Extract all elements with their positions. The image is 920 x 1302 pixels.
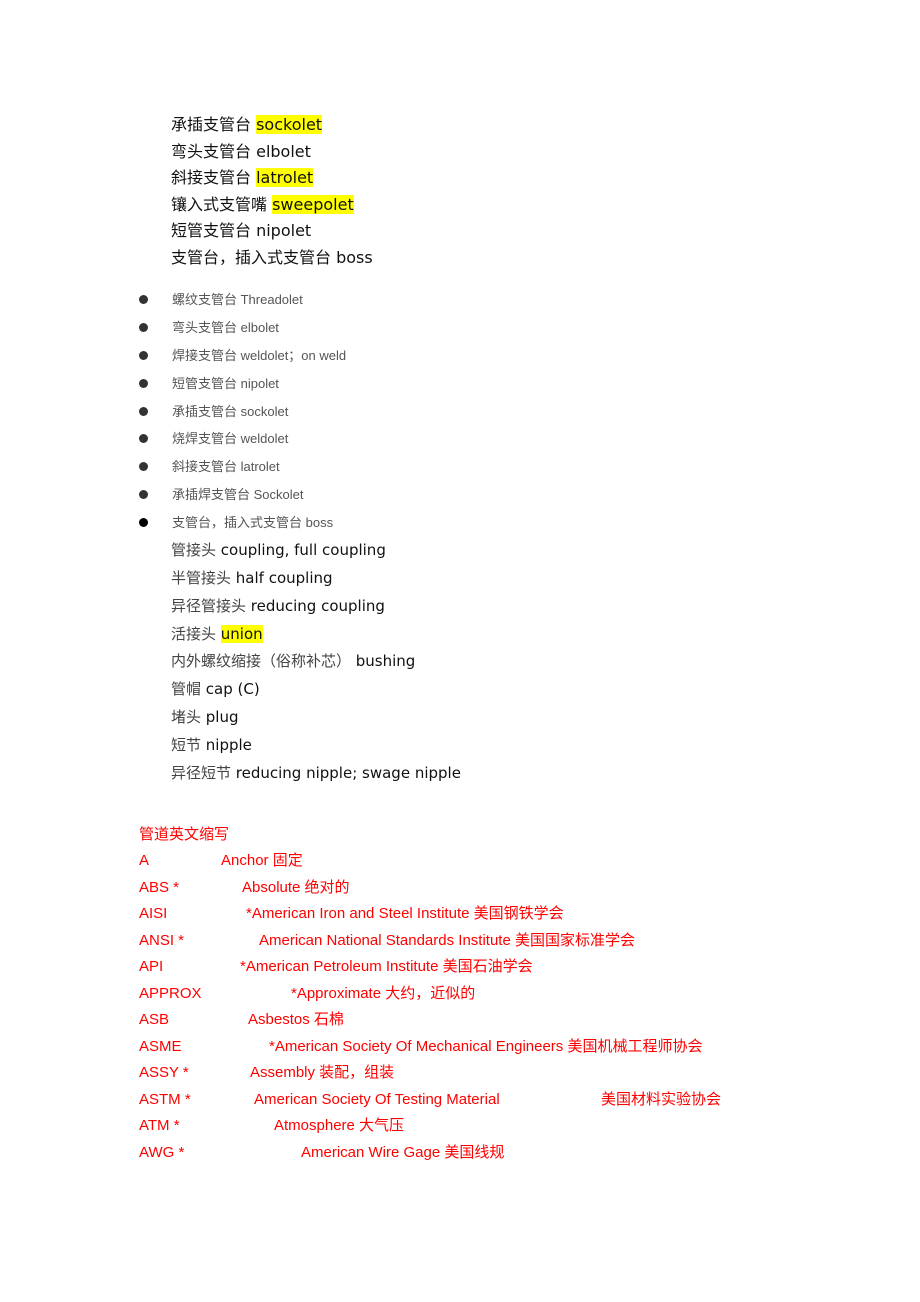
- bullet-icon: [139, 407, 148, 416]
- abbr-code: ASME: [139, 1038, 182, 1055]
- abbr-desc: *American Petroleum Institute 美国石油学会: [240, 958, 533, 975]
- term-en-highlighted: sockolet: [256, 115, 323, 134]
- bullet-text: 弯头支管台 elbolet: [172, 320, 279, 335]
- term-line: 异径管接头 reducing coupling: [171, 595, 385, 617]
- term-en: elbolet: [256, 142, 311, 161]
- term-line: 镶入式支管嘴 sweepolet: [171, 194, 354, 216]
- abbr-code: ASSY *: [139, 1064, 189, 1081]
- bullet-icon: [139, 379, 148, 388]
- term-zh: 活接头: [171, 625, 221, 643]
- term-zh: 管接头: [171, 541, 221, 559]
- term-zh: 半管接头: [171, 569, 236, 587]
- term-en-highlighted: sweepolet: [272, 195, 354, 214]
- abbr-desc: *American Iron and Steel Institute 美国钢铁学…: [246, 905, 564, 922]
- abbr-desc: *American Society Of Mechanical Engineer…: [269, 1038, 703, 1055]
- abbr-desc: Atmosphere 大气压: [274, 1117, 405, 1134]
- abbr-desc: Asbestos 石棉: [248, 1011, 344, 1028]
- term-en: reducing coupling: [250, 597, 385, 615]
- term-zh: 异径短节: [171, 764, 236, 782]
- bullet-text: 烧焊支管台 weldolet: [172, 431, 289, 446]
- term-zh: 管帽: [171, 680, 206, 698]
- term-en: plug: [205, 708, 239, 726]
- abbr-code: ATM *: [139, 1117, 180, 1134]
- bullet-text: 焊接支管台 weldolet；on weld: [172, 348, 347, 363]
- abbr-desc: American National Standards Institute 美国…: [259, 932, 635, 949]
- bullet-text: 承插焊支管台 Sockolet: [172, 487, 304, 502]
- term-zh: 斜接支管台: [171, 168, 257, 187]
- abbr-code: AWG *: [139, 1144, 185, 1161]
- term-zh: 异径管接头: [171, 597, 251, 615]
- abbr-desc: Absolute 绝对的: [242, 879, 350, 896]
- term-zh: 支管台，插入式支管台: [171, 248, 337, 267]
- document-page: 承插支管台 sockolet 弯头支管台 elbolet 斜接支管台 latro…: [0, 0, 920, 1302]
- term-en: nipolet: [256, 221, 312, 240]
- abbr-code: A: [139, 852, 150, 869]
- term-line: 斜接支管台 latrolet: [171, 167, 314, 189]
- section-title: 管道英文缩写: [139, 826, 230, 843]
- term-line: 支管台，插入式支管台 boss: [171, 247, 373, 269]
- abbr-desc: American Society Of Testing Material: [254, 1091, 500, 1108]
- abbr-code: ASB: [139, 1011, 170, 1028]
- bullet-icon: [139, 434, 148, 443]
- bullet-text: 支管台，插入式支管台 boss: [172, 515, 334, 530]
- term-line: 异径短节 reducing nipple; swage nipple: [171, 762, 461, 784]
- abbr-desc: American Wire Gage 美国线规: [301, 1144, 505, 1161]
- term-zh: 承插支管台: [171, 115, 257, 134]
- term-zh: 内外螺纹缩接（俗称补芯）: [171, 652, 356, 670]
- term-line: 内外螺纹缩接（俗称补芯） bushing: [171, 650, 415, 672]
- abbr-desc-zh: 美国材料实验协会: [601, 1091, 722, 1108]
- term-line: 半管接头 half coupling: [171, 567, 333, 589]
- term-line: 短管支管台 nipolet: [171, 220, 311, 242]
- bullet-icon: [139, 323, 148, 332]
- term-zh: 弯头支管台: [171, 142, 257, 161]
- term-line: 承插支管台 sockolet: [171, 114, 323, 136]
- bullet-icon: [139, 490, 148, 499]
- term-en-highlighted: latrolet: [256, 168, 314, 187]
- abbr-code: ANSI *: [139, 932, 185, 949]
- bullet-icon: [139, 295, 148, 304]
- term-en: half coupling: [235, 569, 333, 587]
- term-en: nipple: [205, 736, 252, 754]
- term-en-highlighted: union: [220, 625, 263, 643]
- term-line: 活接头 union: [171, 623, 263, 645]
- abbr-desc: *Approximate 大约，近似的: [291, 985, 476, 1002]
- bullet-text: 斜接支管台 latrolet: [172, 459, 280, 474]
- term-en: cap (C): [205, 680, 260, 698]
- term-line: 管接头 coupling, full coupling: [171, 539, 386, 561]
- abbr-code: APPROX: [139, 985, 202, 1002]
- abbr-code: AISI: [139, 905, 168, 922]
- term-en: coupling, full coupling: [220, 541, 386, 559]
- term-zh: 堵头: [171, 708, 206, 726]
- bullet-icon: [139, 351, 148, 360]
- bullet-icon: [139, 462, 148, 471]
- term-line: 短节 nipple: [171, 734, 252, 756]
- term-zh: 短管支管台: [171, 221, 257, 240]
- term-en: boss: [336, 248, 373, 267]
- term-line: 管帽 cap (C): [171, 678, 260, 700]
- bullet-icon: [139, 518, 148, 527]
- abbr-desc: Anchor 固定: [221, 852, 303, 869]
- abbr-code: API: [139, 958, 164, 975]
- bullet-text: 短管支管台 nipolet: [172, 376, 279, 391]
- abbr-code: ASTM *: [139, 1091, 191, 1108]
- abbr-desc: Assembly 装配，组装: [250, 1064, 395, 1081]
- bullet-text: 承插支管台 sockolet: [172, 404, 289, 419]
- term-line: 弯头支管台 elbolet: [171, 141, 311, 163]
- term-zh: 短节: [171, 736, 206, 754]
- term-en: bushing: [355, 652, 416, 670]
- term-zh: 镶入式支管嘴: [171, 195, 273, 214]
- term-line: 堵头 plug: [171, 706, 239, 728]
- abbr-code: ABS *: [139, 879, 180, 896]
- bullet-text: 螺纹支管台 Threadolet: [172, 292, 303, 307]
- term-en: reducing nipple; swage nipple: [235, 764, 461, 782]
